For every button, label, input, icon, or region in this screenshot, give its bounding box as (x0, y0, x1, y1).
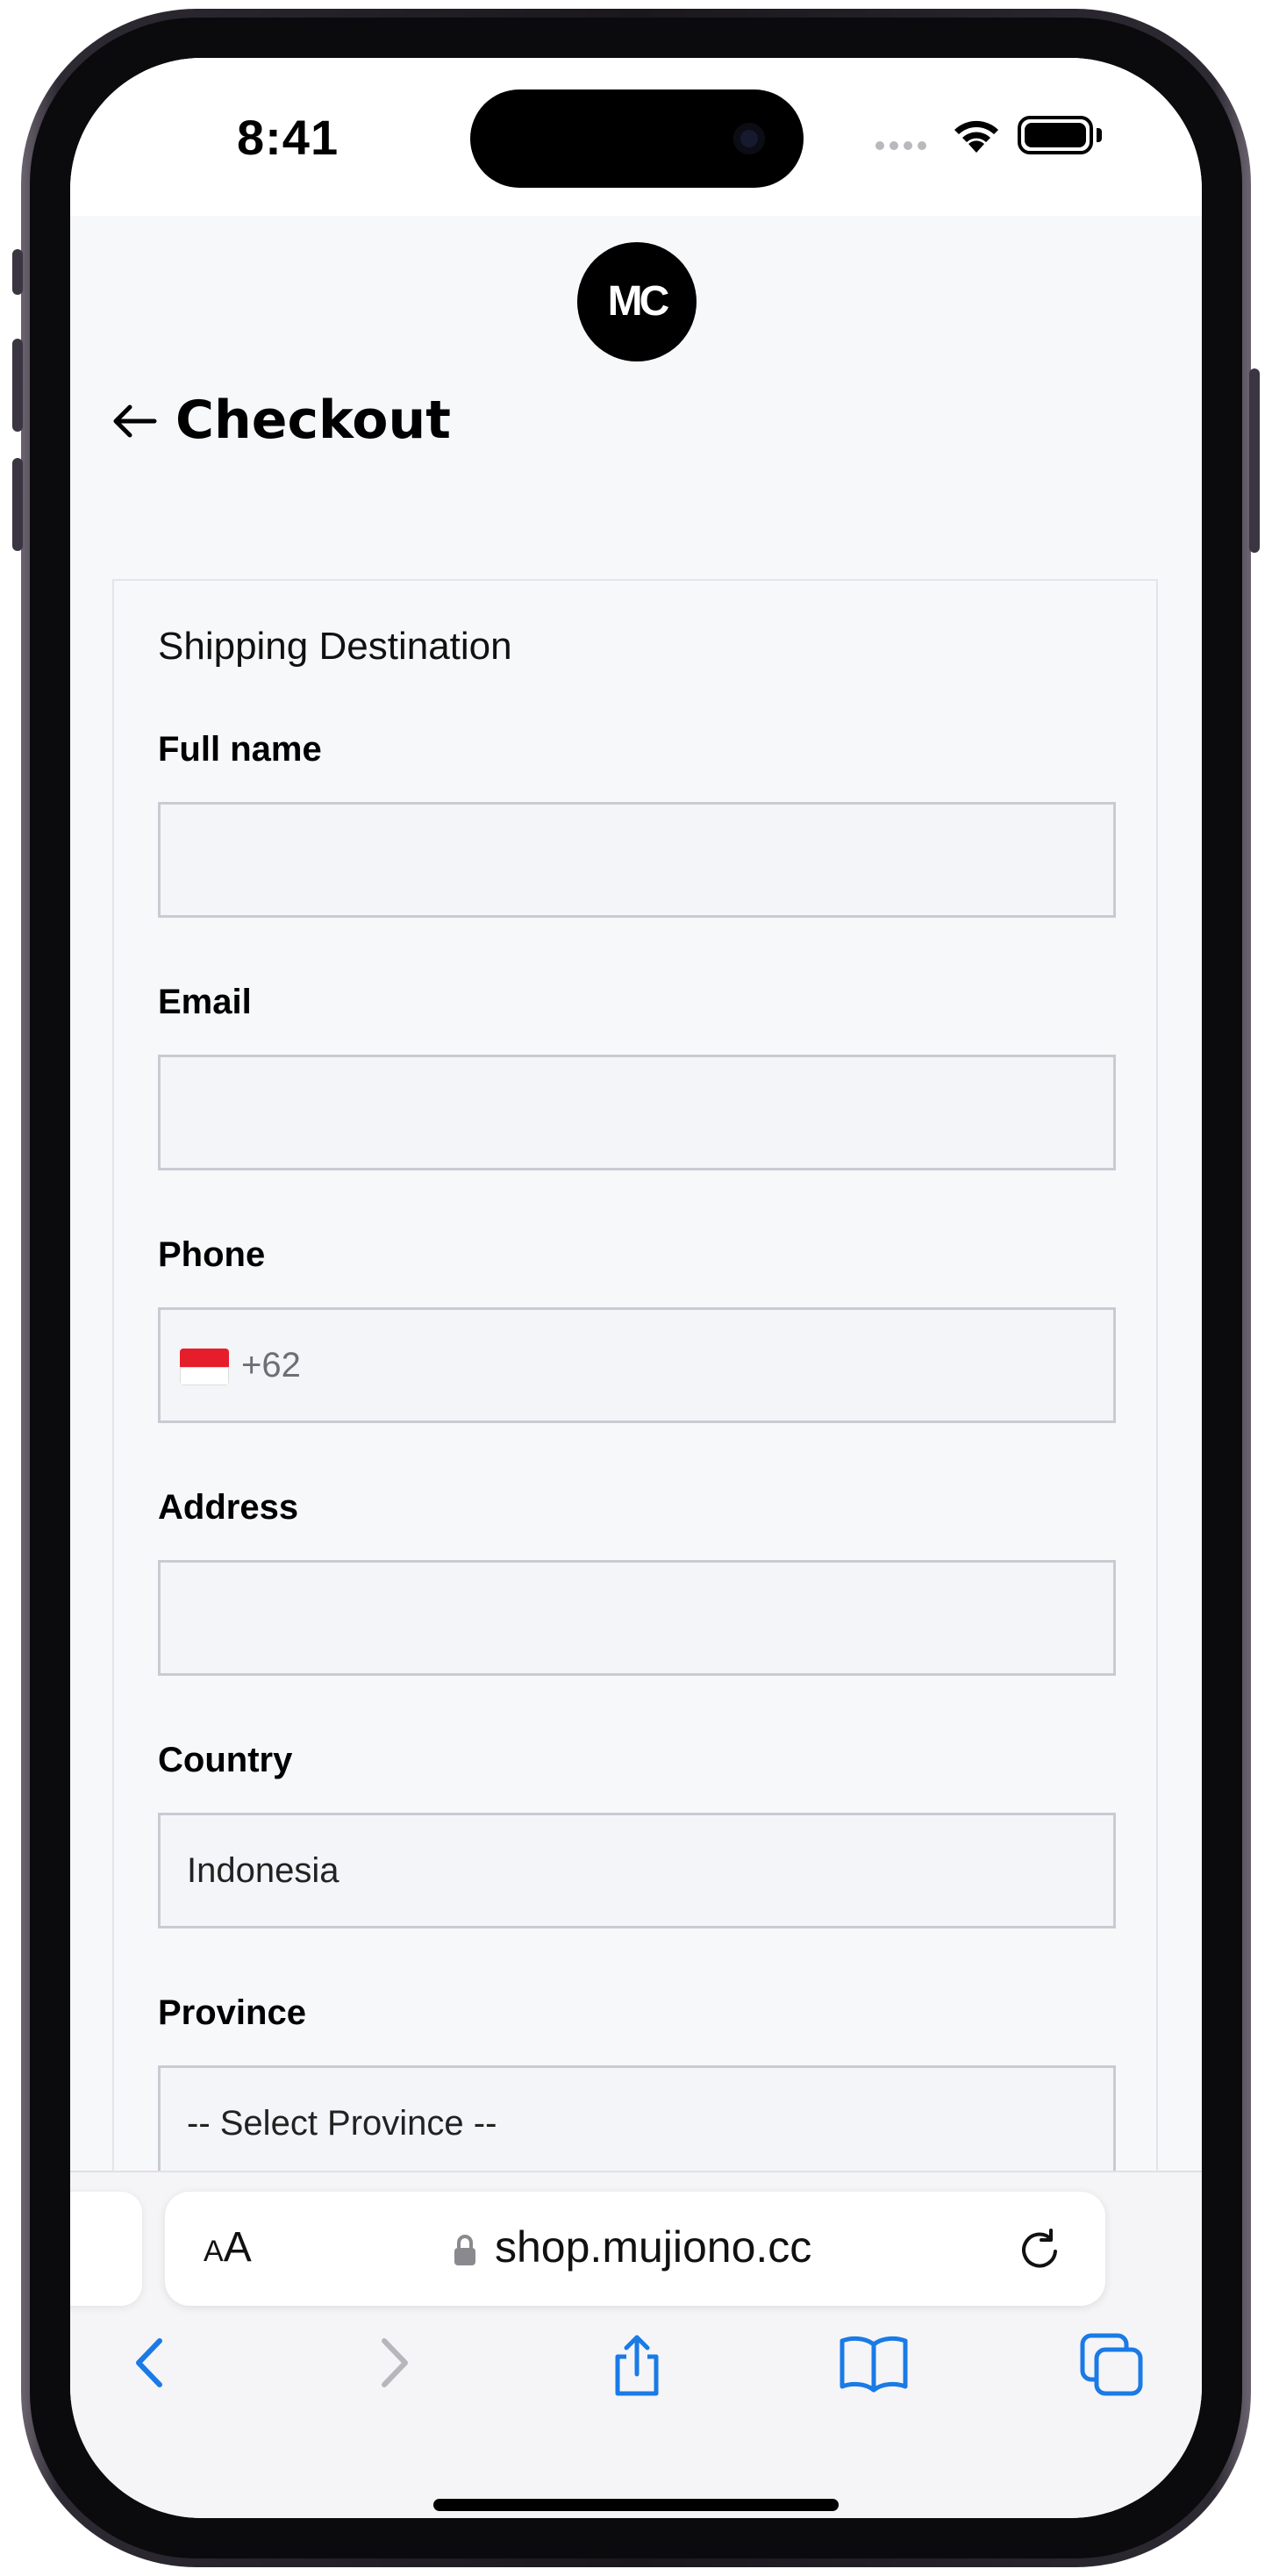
full-name-label: Full name (158, 730, 322, 769)
battery-icon (1018, 116, 1093, 154)
phone-label: Phone (158, 1235, 266, 1274)
phone-country-code: +62 (241, 1346, 301, 1385)
back-icon[interactable] (121, 2332, 182, 2394)
bookmarks-icon[interactable] (839, 2332, 909, 2394)
status-bar: 8:41 (70, 58, 1202, 216)
home-indicator[interactable] (433, 2499, 839, 2511)
previous-tab-preview[interactable] (70, 2192, 142, 2306)
shipping-form-card: Shipping Destination Full name Email Pho… (112, 579, 1158, 2171)
checkout-page: MC Checkout Shipping Destination Full na… (70, 216, 1202, 2171)
full-name-input[interactable] (158, 802, 1116, 918)
province-value: -- Select Province -- (187, 2104, 497, 2143)
safari-toolbar (70, 2332, 1202, 2420)
forward-icon[interactable] (361, 2332, 423, 2394)
country-select[interactable]: Indonesia (158, 1813, 1116, 1928)
address-label: Address (158, 1488, 299, 1527)
lock-icon (454, 2235, 475, 2265)
page-title: Checkout (175, 390, 451, 451)
safari-bottom-bar: AA shop.mujiono.cc (70, 2171, 1202, 2518)
tabs-icon[interactable] (1079, 2332, 1146, 2399)
wifi-icon (954, 120, 998, 153)
url-text[interactable]: shop.mujiono.cc (495, 2222, 811, 2272)
address-input[interactable] (158, 1560, 1116, 1676)
action-button (12, 249, 23, 295)
volume-down-button (12, 458, 23, 551)
back-arrow-icon[interactable] (109, 400, 158, 442)
front-camera-icon (733, 123, 765, 154)
province-select[interactable]: -- Select Province -- (158, 2065, 1116, 2171)
phone-screen: 8:41 MC Checkout Shipping Destination Fu… (70, 58, 1202, 2518)
status-time: 8:41 (237, 110, 339, 165)
cellular-signal-icon (875, 139, 932, 154)
share-icon[interactable] (604, 2332, 670, 2399)
logo-text: MC (607, 278, 670, 325)
dynamic-island (470, 89, 804, 188)
email-label: Email (158, 983, 252, 1021)
email-input[interactable] (158, 1055, 1116, 1170)
address-bar[interactable]: AA shop.mujiono.cc (165, 2192, 1105, 2306)
volume-up-button (12, 339, 23, 432)
reload-icon[interactable] (1016, 2225, 1063, 2272)
store-logo[interactable]: MC (577, 242, 697, 361)
country-label: Country (158, 1741, 293, 1779)
country-value: Indonesia (187, 1851, 339, 1890)
battery-tip (1097, 128, 1102, 142)
province-label: Province (158, 1993, 306, 2032)
phone-input[interactable]: +62 (158, 1307, 1116, 1423)
text-size-button[interactable]: AA (204, 2223, 252, 2272)
indonesia-flag-icon[interactable] (180, 1349, 229, 1385)
section-title: Shipping Destination (158, 625, 512, 668)
power-button (1249, 369, 1260, 553)
